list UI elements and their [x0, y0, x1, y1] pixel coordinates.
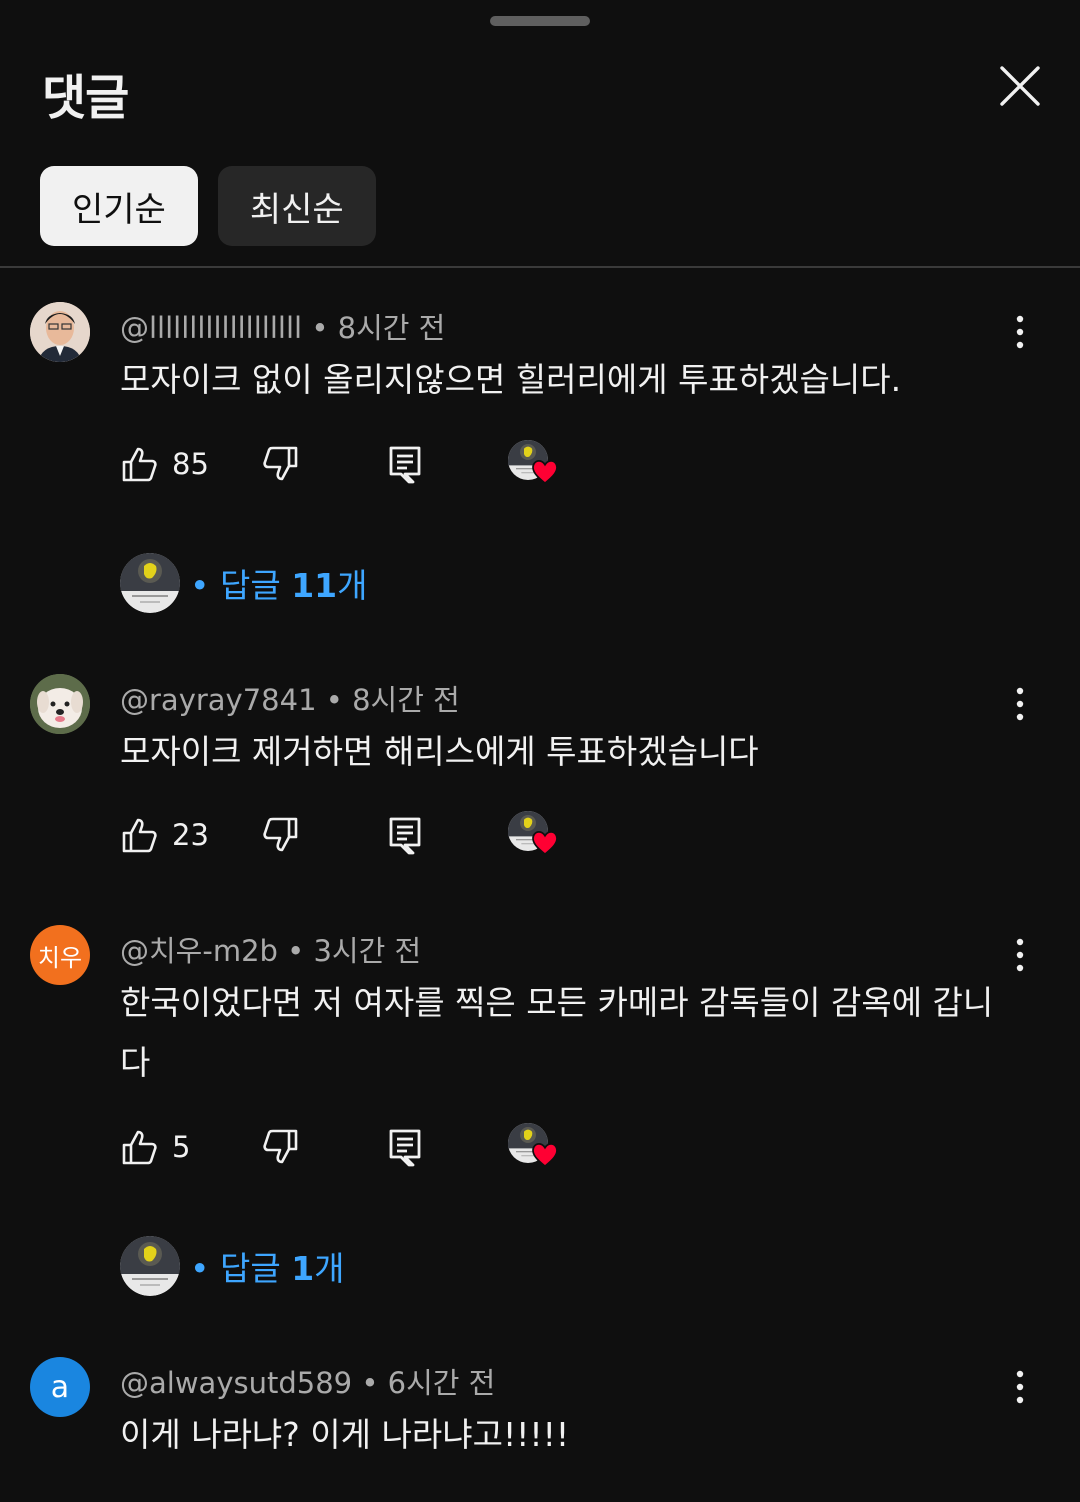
reply-icon	[385, 444, 425, 484]
comment-meta: @rayray7841 • 8시간 전	[120, 677, 460, 719]
meta-separator: •	[325, 683, 353, 717]
like-button[interactable]: 85	[120, 442, 209, 486]
replies-toggle[interactable]: • 답글 1개	[120, 1236, 345, 1296]
like-count: 23	[172, 818, 209, 852]
creator-heart-icon	[532, 831, 558, 855]
thumbs-up-icon	[120, 815, 160, 855]
kebab-menu-icon[interactable]	[1006, 1367, 1034, 1407]
comment-actions: 85	[120, 442, 580, 486]
comment-text: 이게 나라냐? 이게 나라냐고!!!!!	[120, 1415, 570, 1454]
like-button[interactable]: 23	[120, 813, 209, 857]
like-button[interactable]: 5	[120, 1125, 190, 1169]
comment-author[interactable]: @alwaysutd589	[120, 1366, 352, 1400]
drag-handle[interactable]	[490, 16, 590, 26]
kebab-menu-icon[interactable]	[1006, 935, 1034, 975]
creator-heart	[508, 1123, 560, 1171]
reply-button[interactable]	[385, 442, 425, 486]
replies-link[interactable]: • 답글 11개	[190, 559, 368, 607]
thumbs-down-icon	[260, 444, 300, 484]
comment-time: 3시간 전	[313, 934, 422, 968]
comment-time: 6시간 전	[387, 1366, 496, 1400]
close-icon[interactable]	[996, 62, 1044, 110]
comment-author[interactable]: @rayray7841	[120, 683, 317, 717]
like-count: 85	[172, 447, 209, 481]
creator-heart	[508, 440, 560, 488]
comment-author[interactable]: @치우-m2b	[120, 934, 278, 968]
avatar[interactable]: 치우	[30, 925, 90, 985]
comment-meta: @lllllllllllllllllll • 8시간 전	[120, 305, 445, 347]
comment-text: 한국이었다면 저 여자를 찍은 모든 카메라 감독들이 감옥에 갑니다	[120, 983, 994, 1082]
reply-icon	[385, 1127, 425, 1167]
thumbs-up-icon	[120, 444, 160, 484]
comment-actions: 23	[120, 813, 580, 857]
dislike-button[interactable]	[260, 442, 300, 486]
avatar[interactable]	[30, 302, 90, 362]
creator-heart-icon	[532, 1143, 558, 1167]
avatar[interactable]	[30, 674, 90, 734]
dislike-button[interactable]	[260, 813, 300, 857]
comment-time: 8시간 전	[337, 311, 446, 345]
avatar[interactable]: a	[30, 1357, 90, 1417]
thumbs-up-icon	[120, 1127, 160, 1167]
comment-actions: 5	[120, 1125, 580, 1169]
creator-heart	[508, 811, 560, 859]
comment-author[interactable]: @lllllllllllllllllll	[120, 311, 302, 345]
meta-separator: •	[361, 1366, 388, 1400]
comment-text: 모자이크 없이 올리지않으면 힐러리에게 투표하겠습니다.	[120, 360, 902, 399]
reply-avatar	[120, 553, 180, 613]
sort-chip-newest[interactable]: 최신순	[217, 166, 376, 246]
panel-title: 댓글	[42, 70, 129, 126]
header-divider	[0, 266, 1080, 268]
kebab-menu-icon[interactable]	[1006, 684, 1034, 724]
comment-text: 모자이크 제거하면 해리스에게 투표하겠습니다	[120, 732, 759, 771]
avatar-initials: a	[50, 1369, 70, 1405]
meta-separator: •	[287, 934, 314, 968]
meta-separator: •	[311, 311, 338, 345]
comment-meta: @alwaysutd589 • 6시간 전	[120, 1360, 495, 1402]
creator-heart-icon	[532, 460, 558, 484]
reply-button[interactable]	[385, 813, 425, 857]
replies-link[interactable]: • 답글 1개	[190, 1242, 345, 1290]
thumbs-down-icon	[260, 1127, 300, 1167]
sort-chip-popular[interactable]: 인기순	[40, 166, 198, 246]
like-count: 5	[172, 1130, 191, 1164]
thumbs-down-icon	[260, 815, 300, 855]
reply-icon	[385, 815, 425, 855]
sort-chips: 인기순 최신순	[40, 166, 376, 246]
dislike-button[interactable]	[260, 1125, 300, 1169]
comment-meta: @치우-m2b • 3시간 전	[120, 928, 421, 970]
reply-button[interactable]	[385, 1125, 425, 1169]
replies-toggle[interactable]: • 답글 11개	[120, 553, 368, 613]
avatar-initials: 치우	[37, 943, 83, 972]
kebab-menu-icon[interactable]	[1006, 312, 1034, 352]
reply-avatar	[120, 1236, 180, 1296]
comment-time: 8시간 전	[352, 683, 460, 717]
